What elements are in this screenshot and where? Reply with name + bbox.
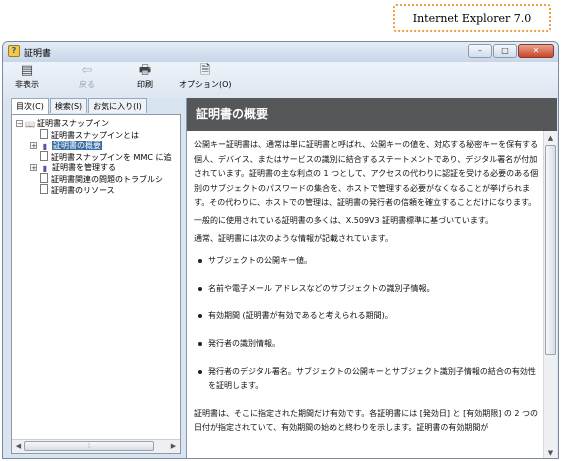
tree-item-what-is-snapin[interactable]: 証明書スナップインとは [40,129,139,140]
help-app-icon: ? [8,45,20,57]
page-icon [40,184,48,194]
tree-item-label: 証明書のリソース [51,186,115,195]
help-window: ? 証明書 – □ ✕ ▤ 非表示 ⇦ 戻る 🖶 印刷 🗎 オプション(O) 目… [2,41,559,459]
tab-favorites[interactable]: お気に入り(I) [88,98,147,113]
back-arrow-icon: ⇦ [81,63,93,78]
options-button[interactable]: 🗎 オプション(O) [179,64,232,90]
toolbar: ▤ 非表示 ⇦ 戻る 🖶 印刷 🗎 オプション(O) [3,62,558,98]
tree-item-label: 証明書スナップインを MMC に追 [51,153,172,162]
tree-expand-toggle[interactable]: + [30,164,37,172]
topic-pane: 証明書の概要 公開キー証明書は、通常は単に証明書と呼ばれ、公開キーの値を、対応す… [186,98,557,458]
horizontal-scroll-thumb[interactable]: ⦙ [24,441,154,451]
tree-item-label: 証明書スナップイン [37,119,109,128]
page-icon [40,151,48,161]
navigation-pane: 目次(C) 検索(S) お気に入り(I) − 📖 証明書スナップイン 証明書スナッ… [7,98,183,456]
tree-item-label: 証明書関連の問題のトラブルシ [51,175,163,184]
vertical-scroll-thumb[interactable] [545,145,556,355]
tree-item-label: 証明書を管理する [52,163,116,172]
tree-item-add-snapin-mmc[interactable]: 証明書スナップインを MMC に追 [40,151,171,162]
hide-pane-icon: ▤ [20,63,34,78]
open-book-icon: 📖 [25,120,35,129]
tree-collapse-toggle[interactable]: − [16,120,23,128]
page-icon [40,129,48,139]
paragraph-info-intro: 通常、証明書には次のような情報が記載されています。 [194,233,393,243]
tree-item-label: 証明書スナップインとは [51,131,139,140]
print-label: 印刷 [137,80,153,89]
paragraph-x509: 一般的に使用されている証明書の多くは、X.509V3 証明書標準に基づいています… [194,215,494,225]
contents-tree: − 📖 証明書スナップイン 証明書スナップインとは + ▮ 証明書の概要 証明書スナ… [11,114,181,454]
navigation-tabs: 目次(C) 検索(S) お気に入り(I) [11,98,148,115]
tree-expand-toggle[interactable]: + [30,142,37,150]
window-title: 証明書 [24,49,52,59]
options-icon: 🗎 [200,63,211,78]
paragraph-intro: 公開キー証明書は、通常は単に証明書と呼ばれ、公開キーの値を、対応する秘密キーを保… [194,140,539,208]
horizontal-scrollbar[interactable]: ◀ ⦙ ▶ [12,439,180,453]
scroll-down-arrow-icon[interactable]: ▼ [545,447,556,458]
tab-contents[interactable]: 目次(C) [11,98,49,115]
book-icon: ▮ [42,142,48,151]
bullet-item: 有効期間 (証明書が有効であると考えられる期間)。 [194,309,540,324]
tree-item-certificate-overview[interactable]: ▮ 証明書の概要 [40,140,102,151]
tree-item-root[interactable]: 📖 証明書スナップイン [25,118,109,129]
bullet-item: サブジェクトの公開キー値。 [194,254,540,269]
tree-item-troubleshooting[interactable]: 証明書関連の問題のトラブルシ [40,173,163,184]
bullet-item: 発行者の識別情報。 [194,337,540,352]
topic-heading: 証明書の概要 [187,98,557,131]
back-label: 戻る [79,80,95,89]
page-icon [40,173,48,183]
scroll-right-arrow-icon[interactable]: ▶ [168,441,179,452]
maximize-button[interactable]: □ [493,44,517,58]
hide-button[interactable]: ▤ 非表示 [15,64,39,90]
book-icon: ▮ [42,164,48,173]
printer-icon: 🖶 [138,63,152,78]
print-button[interactable]: 🖶 印刷 [137,64,153,90]
scroll-up-arrow-icon[interactable]: ▲ [545,132,556,144]
title-bar[interactable]: ? 証明書 – □ ✕ [3,42,558,63]
close-button[interactable]: ✕ [518,44,554,58]
bullet-item: 発行者のデジタル署名。サブジェクトの公開キーとサブジェクト識別子情報の結合の有効… [194,365,540,394]
browser-version-badge: Internet Explorer 7.0 [393,4,551,32]
vertical-scrollbar[interactable]: ▲ ▼ [543,131,557,458]
tab-search[interactable]: 検索(S) [49,98,88,113]
paragraph-validity: 証明書は、そこに指定された期間だけ有効です。各証明書には [発効日] と [有効… [194,408,539,433]
options-label: オプション(O) [179,80,232,89]
bullet-item: 名前や電子メール アドレスなどのサブジェクトの識別子情報。 [194,282,540,297]
hide-label: 非表示 [15,80,39,89]
tree-item-label-selected: 証明書の概要 [52,141,102,150]
topic-body: 公開キー証明書は、通常は単に証明書と呼ばれ、公開キーの値を、対応する秘密キーを保… [194,138,540,439]
back-button[interactable]: ⇦ 戻る [79,64,95,90]
tree-item-resources[interactable]: 証明書のリソース [40,184,115,195]
tree-item-manage-certificates[interactable]: ▮ 証明書を管理する [40,162,116,173]
scroll-left-arrow-icon[interactable]: ◀ [13,441,24,452]
minimize-button[interactable]: – [468,44,492,58]
